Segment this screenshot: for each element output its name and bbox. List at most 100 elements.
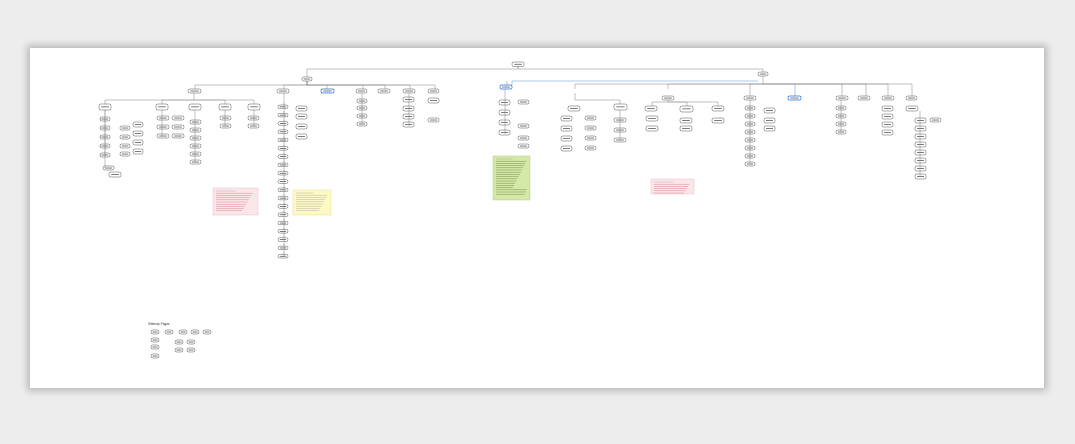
node-label-mark bbox=[221, 117, 230, 119]
node-label-mark bbox=[279, 123, 287, 124]
node-label-mark bbox=[519, 101, 528, 103]
node-label-mark bbox=[279, 214, 287, 216]
connector-line bbox=[161, 99, 194, 104]
node-label-mark bbox=[916, 168, 925, 169]
node-label-mark bbox=[404, 124, 413, 125]
connector-line bbox=[763, 83, 843, 96]
node-label-mark bbox=[279, 247, 287, 249]
node-label-mark bbox=[249, 117, 258, 119]
node-label-mark bbox=[562, 148, 571, 149]
node-label-mark bbox=[188, 349, 194, 351]
connector-line bbox=[763, 83, 913, 96]
node-label-mark bbox=[616, 106, 625, 108]
node-label-mark bbox=[297, 126, 306, 127]
node-label-mark bbox=[176, 341, 182, 343]
node-label-mark bbox=[765, 128, 774, 129]
node-label-mark bbox=[916, 160, 925, 161]
node-label-mark bbox=[883, 132, 892, 133]
node-label-mark bbox=[765, 110, 774, 111]
node-label-mark bbox=[174, 126, 182, 128]
node-label-mark bbox=[429, 90, 438, 92]
node-label-mark bbox=[134, 151, 142, 152]
node-label-mark bbox=[279, 255, 287, 257]
node-label-mark bbox=[279, 172, 287, 174]
node-label-mark bbox=[916, 120, 925, 121]
node-label-mark bbox=[191, 121, 200, 123]
node-label-mark bbox=[916, 144, 925, 145]
node-label-mark bbox=[297, 116, 306, 117]
node-label-mark bbox=[159, 135, 167, 137]
node-label-mark bbox=[134, 133, 142, 134]
node-label-mark bbox=[121, 145, 129, 147]
node-label-mark bbox=[860, 97, 868, 99]
connector-line bbox=[306, 81, 436, 89]
sitemap-tree bbox=[98, 61, 942, 359]
node-label-mark bbox=[519, 125, 528, 127]
node-label-mark bbox=[279, 189, 287, 191]
node-label-mark bbox=[500, 102, 509, 103]
connector-line bbox=[517, 66, 764, 72]
connector-line bbox=[511, 80, 758, 85]
node-label-mark bbox=[221, 106, 229, 108]
connector-line bbox=[574, 76, 764, 89]
node-label-mark bbox=[519, 137, 528, 139]
node-label-mark bbox=[192, 331, 198, 333]
node-label-mark bbox=[191, 145, 200, 147]
node-label-mark bbox=[380, 90, 388, 92]
node-label-mark bbox=[204, 331, 210, 333]
node-label-mark bbox=[883, 108, 892, 109]
node-label-mark bbox=[152, 339, 158, 341]
node-label-mark bbox=[279, 106, 287, 108]
node-label-mark bbox=[188, 341, 194, 343]
node-label-mark bbox=[297, 108, 306, 109]
node-label-mark bbox=[174, 135, 182, 137]
node-label-mark bbox=[101, 106, 109, 108]
node-label-mark bbox=[279, 231, 287, 232]
node-label-mark bbox=[714, 120, 722, 121]
node-label-mark bbox=[907, 97, 916, 99]
node-label-mark bbox=[586, 117, 595, 119]
node-label-mark bbox=[357, 90, 366, 92]
node-label-mark bbox=[562, 138, 571, 139]
node-label-mark bbox=[279, 156, 287, 158]
node-label-mark bbox=[279, 181, 287, 182]
node-label-mark bbox=[931, 119, 940, 121]
node-label-mark bbox=[682, 128, 690, 129]
node-label-mark bbox=[279, 206, 287, 207]
node-label-mark bbox=[279, 90, 287, 92]
node-label-mark bbox=[279, 239, 287, 241]
node-label-mark bbox=[159, 117, 167, 119]
node-label-mark bbox=[279, 139, 287, 141]
node-label-mark bbox=[714, 108, 722, 109]
node-label-mark bbox=[500, 122, 509, 123]
node-label-mark bbox=[180, 331, 186, 333]
node-label-mark bbox=[790, 97, 799, 99]
node-label-mark bbox=[514, 63, 522, 65]
node-label-mark bbox=[404, 108, 413, 109]
node-label-mark bbox=[404, 99, 413, 100]
node-label-mark bbox=[191, 137, 200, 139]
node-label-mark bbox=[159, 126, 167, 128]
sitemap-board[interactable]: Sitemap Pages bbox=[30, 48, 1044, 388]
node-label-mark bbox=[500, 112, 509, 113]
node-label-mark bbox=[111, 174, 119, 175]
node-label-mark bbox=[765, 120, 774, 121]
node-label-mark bbox=[884, 97, 892, 99]
node-label-mark bbox=[279, 197, 287, 199]
node-label-mark bbox=[519, 145, 528, 147]
node-label-mark bbox=[500, 132, 509, 133]
node-label-mark bbox=[429, 100, 438, 101]
canvas-background: Sitemap Pages bbox=[0, 0, 1075, 444]
connector-line bbox=[306, 66, 519, 77]
node-label-mark bbox=[883, 124, 892, 125]
node-label-mark bbox=[908, 108, 916, 109]
node-label-mark bbox=[279, 222, 287, 224]
node-label-mark bbox=[279, 148, 287, 149]
node-label-mark bbox=[664, 97, 672, 99]
node-label-mark bbox=[279, 114, 287, 116]
node-label-mark bbox=[249, 125, 258, 127]
node-label-mark bbox=[297, 136, 306, 137]
node-label-mark bbox=[158, 106, 166, 108]
node-label-mark bbox=[405, 90, 413, 92]
node-label-mark bbox=[121, 127, 129, 129]
